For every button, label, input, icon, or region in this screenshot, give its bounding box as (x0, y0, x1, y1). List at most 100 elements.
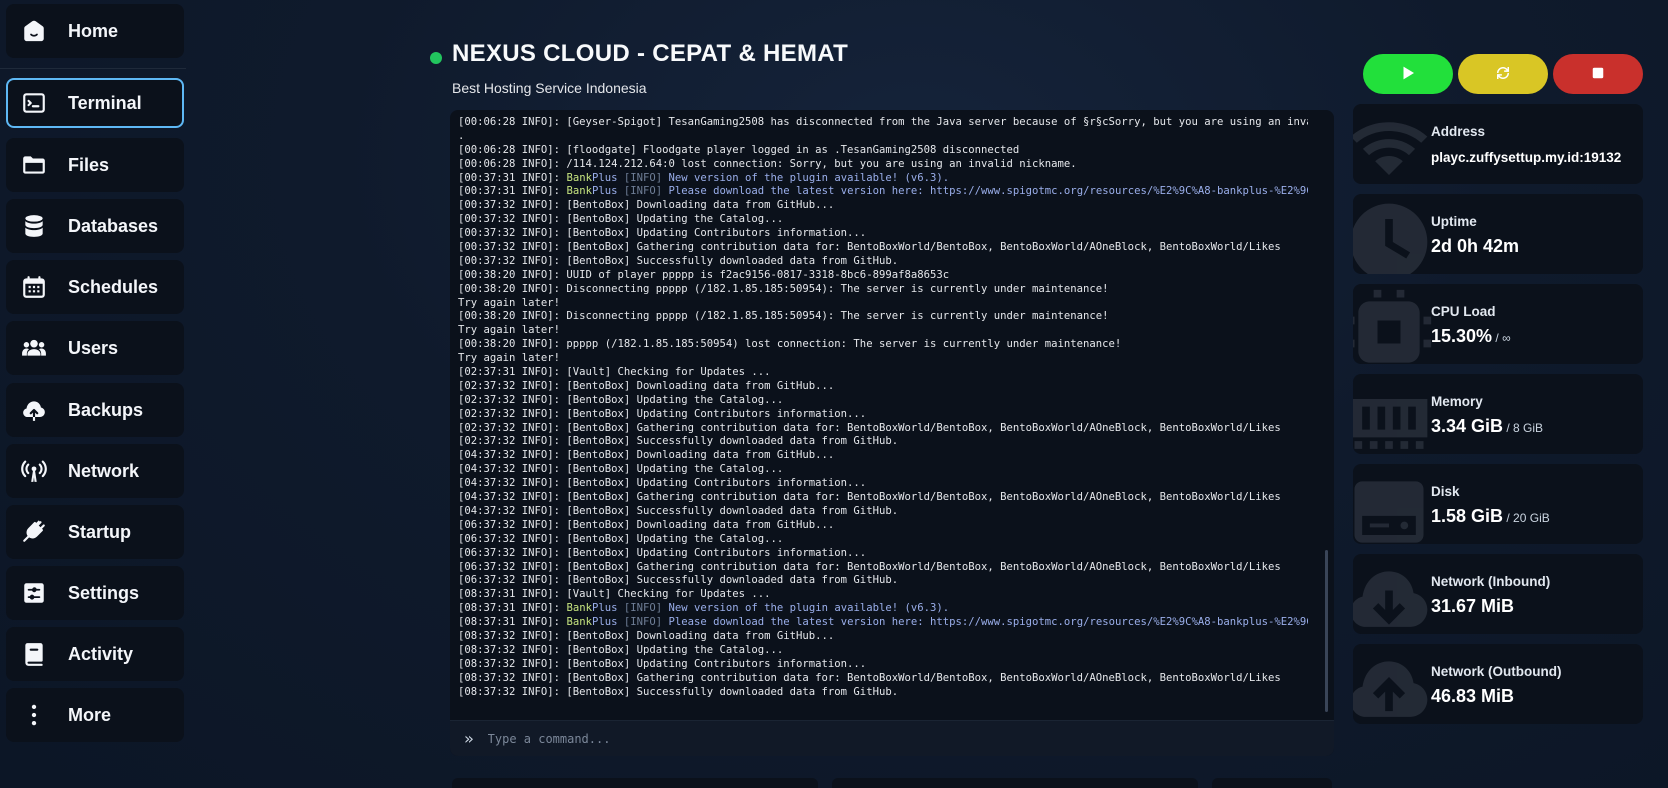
sidebar-item-startup[interactable]: Startup (6, 505, 184, 559)
console-line: [08:37:32 INFO]: [BentoBox] Downloading … (458, 629, 835, 642)
console-line: [06:37:32 INFO]: [BentoBox] Updating Con… (458, 546, 867, 559)
console-line: [00:06:28 INFO]: [Geyser-Spigot] TesanGa… (458, 116, 1308, 128)
console-line: [06:37:32 INFO]: [BentoBox] Gathering co… (458, 560, 1281, 573)
console-line: [08:37:32 INFO]: [BentoBox] Updating Con… (458, 657, 867, 670)
sidebar-item-label: Schedules (68, 276, 159, 297)
cpu-load-value: 15.30% / ∞ (1431, 326, 1511, 346)
sidebar-item-databases[interactable]: Databases (6, 199, 184, 253)
stat-card-address: Address playc.zuffysettup.my.id:19132 (1353, 104, 1643, 184)
stat-card-disk: Disk 1.58 GiB / 20 GiB (1353, 464, 1643, 544)
console-line: [00:37:31 INFO]: BankPlus [INFO] New ver… (458, 171, 950, 184)
console-scrollbar[interactable] (1325, 550, 1328, 712)
disk-value: 1.58 GiB / 20 GiB (1431, 506, 1550, 526)
plug-icon (20, 518, 48, 546)
console-line: [06:37:32 INFO]: [BentoBox] Downloading … (458, 518, 835, 531)
server-description: Best Hosting Service Indonesia (452, 80, 647, 96)
sidebar-item-label: Network (68, 460, 140, 481)
sidebar-item-label: Files (68, 154, 110, 175)
console-line: Try again later! (458, 296, 561, 309)
bottom-panel (452, 778, 818, 788)
restart-icon (1494, 64, 1512, 85)
sidebar-item-files[interactable]: Files (6, 138, 184, 192)
console-line: [00:37:31 INFO]: BankPlus [INFO] Please … (458, 185, 1308, 198)
sidebar-item-label: Databases (68, 215, 159, 236)
sidebar: Home Terminal Files Databases Schedules … (0, 0, 186, 788)
sidebar-item-label: Backups (68, 399, 144, 420)
database-icon (20, 212, 48, 240)
sidebar-item-users[interactable]: Users (6, 321, 184, 375)
console-line: [00:37:32 INFO]: [BentoBox] Downloading … (458, 199, 835, 212)
sidebar-item-home[interactable]: Home (6, 4, 184, 58)
console-output: [00:06:28 INFO]: [Geyser-Spigot] TesanGa… (458, 116, 1308, 716)
book-icon (20, 640, 48, 668)
sidebar-item-label: Users (68, 337, 119, 358)
wifi-icon (1353, 106, 1435, 184)
console-line: [00:06:28 INFO]: /114.124.212.64:0 lost … (458, 157, 1077, 170)
stat-label: Uptime (1431, 214, 1477, 229)
console-line: [04:37:32 INFO]: [BentoBox] Updating Con… (458, 477, 867, 490)
console-line: [00:37:32 INFO]: [BentoBox] Gathering co… (458, 241, 1281, 254)
stat-label: Address (1431, 124, 1486, 139)
server-status-indicator (430, 52, 442, 64)
console-line: [00:37:32 INFO]: [BentoBox] Successfully… (458, 254, 899, 267)
sidebar-item-settings[interactable]: Settings (6, 566, 184, 620)
sidebar-item-backups[interactable]: Backups (6, 383, 184, 437)
console-line: [08:37:31 INFO]: BankPlus [INFO] Please … (458, 616, 1308, 629)
terminal-icon (20, 89, 48, 117)
console-line: [02:37:32 INFO]: [BentoBox] Updating the… (458, 393, 784, 406)
stat-label: Network (Outbound) (1431, 664, 1562, 679)
network-inbound-value: 31.67 MiB (1431, 596, 1515, 616)
restart-button[interactable] (1458, 54, 1548, 94)
chevron-double-right-icon: » (464, 729, 474, 748)
bottom-panel (832, 778, 1198, 788)
console-line: [04:37:32 INFO]: [BentoBox] Successfully… (458, 504, 899, 517)
stat-card-network-inbound: Network (Inbound) 31.67 MiB (1353, 554, 1643, 634)
stat-card-network-outbound: Network (Outbound) 46.83 MiB (1353, 644, 1643, 724)
broadcast-icon (20, 457, 48, 485)
console-line: [00:38:20 INFO]: Disconnecting ppppp (/1… (458, 282, 1109, 295)
console-line: [02:37:32 INFO]: [BentoBox] Updating Con… (458, 407, 867, 420)
sidebar-item-label: Settings (68, 582, 140, 603)
sliders-icon (20, 579, 48, 607)
sidebar-item-activity[interactable]: Activity (6, 627, 184, 681)
console-line: [02:37:32 INFO]: [BentoBox] Downloading … (458, 379, 835, 392)
console: [00:06:28 INFO]: [Geyser-Spigot] TesanGa… (450, 110, 1334, 756)
sidebar-item-more[interactable]: More (6, 688, 184, 742)
microchip-icon (1353, 286, 1435, 364)
stat-card-cpu: CPU Load 15.30% / ∞ (1353, 284, 1643, 364)
stop-button[interactable] (1553, 54, 1643, 94)
console-line: . (458, 129, 465, 142)
console-line: [04:37:32 INFO]: [BentoBox] Gathering co… (458, 491, 1281, 504)
cloud-download-icon (1353, 556, 1435, 634)
memory-value: 3.34 GiB / 8 GiB (1431, 416, 1544, 436)
command-input[interactable] (485, 730, 1310, 747)
users-icon (20, 334, 48, 362)
sidebar-item-schedules[interactable]: Schedules (6, 260, 184, 314)
stat-card-uptime: Uptime 2d 0h 42m (1353, 194, 1643, 274)
console-line: [06:37:32 INFO]: [BentoBox] Updating the… (458, 532, 784, 545)
server-title: NEXUS CLOUD - CEPAT & HEMAT (452, 40, 849, 67)
server-address[interactable]: playc.zuffysettup.my.id:19132 (1431, 150, 1621, 165)
stop-icon (1589, 64, 1607, 85)
console-line: Try again later! (458, 324, 561, 337)
clock-icon (1353, 196, 1435, 274)
calendar-icon (20, 273, 48, 301)
sidebar-item-label: Home (68, 20, 119, 41)
console-line: [00:06:28 INFO]: [floodgate] Floodgate p… (458, 143, 1020, 156)
stat-label: Network (Inbound) (1431, 574, 1551, 589)
home-icon (20, 17, 48, 45)
uptime-value: 2d 0h 42m (1431, 236, 1520, 256)
command-bar: » (450, 720, 1334, 756)
network-outbound-value: 46.83 MiB (1431, 686, 1515, 706)
sidebar-item-label: Activity (68, 643, 134, 664)
server-header: NEXUS CLOUD - CEPAT & HEMAT Best Hosting… (430, 40, 849, 96)
vertical-ellipsis-icon (20, 701, 48, 729)
stat-label: Memory (1431, 394, 1483, 409)
stat-label: CPU Load (1431, 304, 1496, 319)
console-line: [06:37:32 INFO]: [BentoBox] Successfully… (458, 574, 899, 587)
sidebar-item-terminal[interactable]: Terminal (6, 78, 184, 128)
console-line: [08:37:32 INFO]: [BentoBox] Successfully… (458, 685, 899, 698)
start-button[interactable] (1363, 54, 1453, 94)
play-icon (1399, 64, 1417, 85)
sidebar-item-network[interactable]: Network (6, 444, 184, 498)
